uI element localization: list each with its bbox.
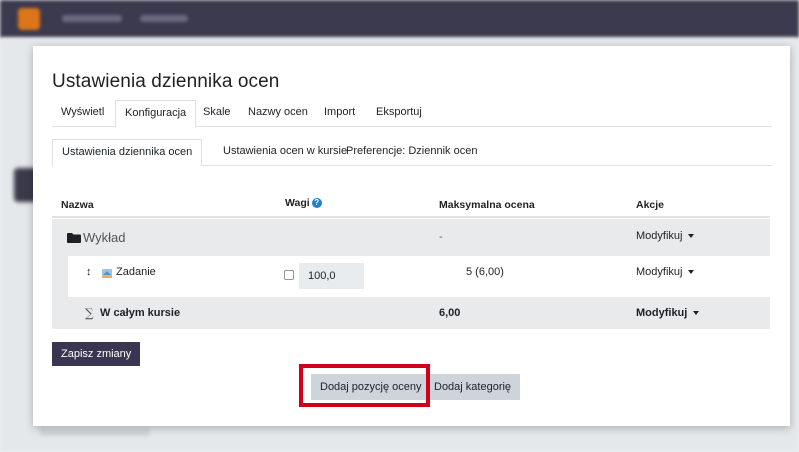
question-circle-icon[interactable]: ? bbox=[311, 198, 322, 209]
tab-ustawienia-dziennika-ocen[interactable]: Ustawienia dziennika ocen bbox=[52, 139, 203, 167]
move-icon[interactable]: ↕ bbox=[86, 266, 92, 278]
course-total-max-grade: 6,00 bbox=[439, 307, 461, 319]
top-navbar bbox=[0, 0, 799, 38]
tab-konfiguracja[interactable]: Konfiguracja bbox=[115, 100, 197, 128]
sigma-icon: ∑ bbox=[85, 306, 94, 320]
modify-label: Modyfikuj bbox=[636, 307, 688, 319]
grade-item-row: ↕ Zadanie 5 (6,00) Modyfikuj bbox=[52, 256, 770, 297]
header-name: Nazwa bbox=[61, 199, 94, 211]
weight-input[interactable] bbox=[299, 263, 364, 289]
category-row: Wykład - Modyfikuj bbox=[52, 219, 770, 256]
header-actions: Akcje bbox=[636, 199, 665, 211]
gradebook-setup-panel: Ustawienia dziennika ocen Wyświetl Konfi… bbox=[33, 46, 790, 426]
course-total-modify-menu[interactable]: Modyfikuj bbox=[636, 307, 700, 319]
header-max-grade: Maksymalna ocena bbox=[439, 199, 535, 211]
save-changes-button[interactable]: Zapisz zmiany bbox=[52, 342, 141, 366]
secondary-tabs: Ustawienia dziennika ocen Ustawienia oce… bbox=[52, 139, 772, 167]
modify-label: Modyfikuj bbox=[636, 266, 683, 278]
tab-wyswietl[interactable]: Wyświetl bbox=[52, 100, 113, 127]
site-logo bbox=[18, 8, 40, 30]
tab-import[interactable]: Import bbox=[315, 100, 364, 127]
header-weights-label: Wagi bbox=[285, 197, 310, 209]
navbar-blurred-text bbox=[140, 15, 188, 22]
grade-item-modify-menu[interactable]: Modyfikuj bbox=[636, 266, 695, 278]
course-total-name: W całym kursie bbox=[100, 307, 181, 319]
add-category-button[interactable]: Dodaj kategorię bbox=[425, 374, 521, 400]
background-decoration bbox=[40, 428, 150, 436]
navbar-blurred-text bbox=[62, 15, 122, 22]
highlight-frame bbox=[299, 364, 430, 407]
weight-override-checkbox[interactable] bbox=[284, 270, 294, 280]
tab-preferencje[interactable]: Preferencje: Dziennik ocen bbox=[337, 139, 486, 166]
caret-down-icon bbox=[693, 311, 700, 316]
tab-nazwy-ocen[interactable]: Nazwy ocen bbox=[239, 100, 317, 127]
category-name: Wykład bbox=[83, 230, 126, 245]
primary-tabs: Wyświetl Konfiguracja Skale Nazwy ocen I… bbox=[52, 100, 772, 128]
assignment-icon bbox=[102, 269, 112, 278]
folder-icon bbox=[67, 233, 81, 243]
page-title: Ustawienia dziennika ocen bbox=[52, 71, 280, 92]
course-total-row: ∑ W całym kursie 6,00 Modyfikuj bbox=[52, 297, 770, 329]
category-max-grade: - bbox=[439, 231, 443, 243]
caret-down-icon bbox=[688, 234, 695, 239]
grade-item-name[interactable]: Zadanie bbox=[116, 266, 156, 278]
table-header: Nazwa Wagi? Maksymalna ocena Akcje bbox=[52, 182, 770, 218]
caret-down-icon bbox=[688, 270, 695, 275]
tab-skale[interactable]: Skale bbox=[194, 100, 240, 127]
header-weights: Wagi? bbox=[285, 197, 322, 209]
tab-ustawienia-ocen-w-kursie[interactable]: Ustawienia ocen w kursie bbox=[214, 139, 356, 166]
category-modify-menu[interactable]: Modyfikuj bbox=[636, 230, 695, 242]
tab-eksportuj[interactable]: Eksportuj bbox=[367, 100, 431, 127]
modify-label: Modyfikuj bbox=[636, 230, 683, 242]
grade-item-max-grade: 5 (6,00) bbox=[466, 266, 504, 278]
